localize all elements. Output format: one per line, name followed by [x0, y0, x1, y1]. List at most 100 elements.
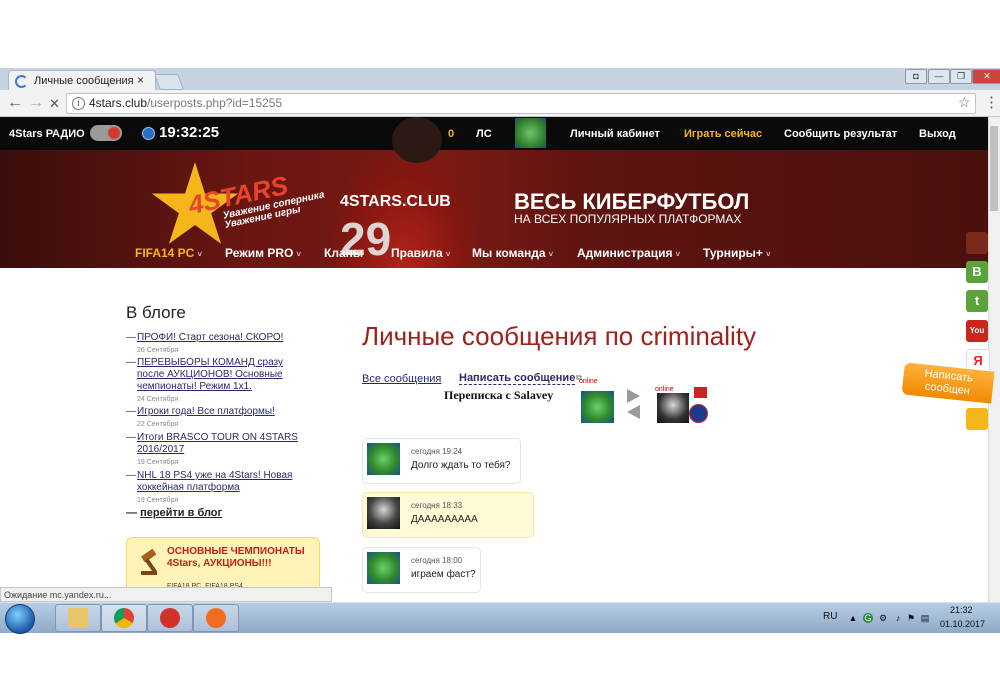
message-time: сегодня 18:33: [411, 501, 463, 510]
tab-close-icon[interactable]: ×: [137, 73, 144, 87]
info-icon[interactable]: i: [72, 97, 85, 110]
nav-label: Режим PRO: [225, 246, 294, 260]
write-message-link[interactable]: Написать сообщение: [459, 372, 576, 385]
promo-title: ОСНОВНЫЕ ЧЕМПИОНАТЫ 4Stars, АУКЦИОНЫ!!!: [167, 546, 305, 569]
nav-item-rules[interactable]: Правила ˅: [391, 246, 450, 260]
chevron-down-icon: ˅: [765, 250, 771, 259]
coin-count: 0: [448, 128, 455, 140]
message-avatar[interactable]: [367, 443, 400, 475]
my-avatar[interactable]: [581, 391, 614, 423]
message-avatar[interactable]: [367, 497, 400, 529]
arrow-right-icon: [627, 389, 640, 403]
nav-item-tournaments[interactable]: Турниры+ ˅: [703, 246, 771, 260]
nav-item-fifa14[interactable]: FIFA14 PC ˅: [135, 246, 202, 260]
language-indicator[interactable]: RU: [823, 611, 837, 622]
blog-link[interactable]: Игроки года! Все платформы!: [137, 406, 306, 418]
youtube-icon[interactable]: You: [966, 320, 988, 342]
go-to-blog-link[interactable]: — перейти в блог: [126, 507, 222, 519]
browser-status-bar: Ожидание mc.yandex.ru...: [0, 587, 332, 602]
start-button[interactable]: [5, 604, 35, 634]
tray-time[interactable]: 21:32: [950, 605, 973, 615]
logout-link[interactable]: Выход: [919, 128, 956, 140]
nav-label: Турниры+: [703, 246, 763, 260]
blog-link[interactable]: Итоги BRASCO TOUR ON 4STARS 2016/2017: [137, 432, 306, 456]
page-title: Личные сообщения по criminality: [362, 321, 757, 351]
message-avatar[interactable]: [367, 552, 400, 584]
nav-label: Администрация: [577, 246, 673, 260]
bullet-dash: —: [126, 432, 136, 443]
bullet-dash: —: [126, 357, 136, 368]
play-now-link[interactable]: Играть сейчас: [684, 128, 762, 140]
tray-expand-icon[interactable]: ▲: [848, 613, 858, 623]
cabinet-link[interactable]: Личный кабинет: [570, 128, 660, 140]
chevron-down-icon: ˅: [197, 250, 203, 259]
blog-link[interactable]: ПРОФИ! Старт сезона! СКОРО!: [137, 332, 306, 344]
maximize-button[interactable]: ❐: [950, 69, 972, 84]
clock-icon: [142, 127, 155, 140]
vk-icon[interactable]: B: [966, 261, 988, 283]
taskbar-chrome[interactable]: [101, 604, 147, 632]
message-time: сегодня 19:24: [411, 447, 463, 456]
taskbar-origin[interactable]: [193, 604, 239, 632]
blog-title: В блоге: [126, 303, 186, 322]
network-icon[interactable]: ▤: [920, 613, 930, 623]
back-button[interactable]: ←: [7, 94, 23, 112]
scrollbar-thumb[interactable]: [990, 126, 998, 211]
folder-icon: [68, 608, 88, 628]
nav-item-team[interactable]: Мы команда ˅: [472, 246, 553, 260]
blog-date: 24 Сентября: [137, 396, 179, 403]
online-status: online: [655, 386, 674, 393]
blog-link[interactable]: ПЕРЕВЫБОРЫ КОМАНД сразу после АУКЦИОНОВ!…: [137, 357, 306, 393]
taskbar-fifa[interactable]: [147, 604, 193, 632]
list-item: — Итоги BRASCO TOUR ON 4STARS 2016/2017 …: [126, 432, 306, 469]
forward-button[interactable]: →: [28, 94, 44, 112]
window-close-button[interactable]: ✕: [972, 69, 1000, 84]
gavel-icon: [139, 548, 165, 576]
url-path: /userposts.php?id=15255: [147, 96, 283, 110]
blog-date: 19 Сентября: [137, 497, 179, 504]
tab-title: Личные сообщения по: [34, 75, 134, 87]
private-messages-link[interactable]: ЛС: [476, 128, 492, 140]
security-icon[interactable]: G: [863, 613, 873, 623]
url-text: 4stars.club/userposts.php?id=15255: [89, 96, 282, 110]
message-item: сегодня 18:00 играем фаст?: [362, 547, 481, 593]
origin-icon: [206, 608, 226, 628]
hat-icon[interactable]: [966, 232, 988, 254]
radio-toggle-icon[interactable]: [90, 125, 122, 141]
radio-label[interactable]: 4Stars РАДИО: [9, 128, 85, 140]
bullet-dash: —: [126, 406, 136, 417]
list-item: — NHL 18 PS4 уже на 4Stars! Новая хоккей…: [126, 470, 306, 507]
user-avatar[interactable]: [515, 118, 546, 148]
arrow-left-icon: [627, 405, 640, 419]
message-time: сегодня 18:00: [411, 556, 463, 565]
nav-item-administration[interactable]: Администрация ˅: [577, 246, 680, 260]
loading-spinner-icon: [15, 75, 28, 88]
club-badge-icon: [689, 404, 708, 423]
chevron-down-icon: ˅: [548, 250, 554, 259]
tray-date[interactable]: 01.10.2017: [940, 619, 985, 629]
blog-date: 26 Сентября: [137, 347, 179, 354]
clock-time: 19:32:25: [159, 124, 220, 141]
address-bar[interactable]: i 4stars.club/userposts.php?id=15255 ☆: [66, 93, 976, 114]
blog-link[interactable]: NHL 18 PS4 уже на 4Stars! Новая хоккейна…: [137, 470, 306, 494]
twitter-icon[interactable]: t: [966, 290, 988, 312]
stop-button[interactable]: ✕: [49, 96, 60, 112]
banner-subheadline: НА ВСЕХ ПОПУЛЯРНЫХ ПЛАТФОРМАХ: [514, 212, 742, 226]
flag-icon[interactable]: ⚑: [906, 613, 916, 623]
volume-icon[interactable]: ♪: [893, 613, 903, 623]
browser-tab[interactable]: Личные сообщения по ×: [8, 70, 156, 91]
nav-item-clans[interactable]: Кланы: [324, 246, 363, 260]
profile-button[interactable]: ◘: [905, 69, 927, 84]
chevron-down-icon: ˅: [445, 250, 451, 259]
browser-toolbar: ← → ✕ i 4stars.club/userposts.php?id=152…: [0, 90, 1000, 117]
nav-item-pro-mode[interactable]: Режим PRO ˅: [225, 246, 301, 260]
settings-icon[interactable]: ⚙: [878, 613, 888, 623]
all-messages-link[interactable]: Все сообщения: [362, 373, 441, 385]
taskbar-explorer[interactable]: [55, 604, 101, 632]
report-result-link[interactable]: Сообщить результат: [784, 128, 897, 140]
partner-avatar[interactable]: [657, 393, 689, 423]
bookmark-star-icon[interactable]: ☆: [958, 94, 971, 111]
browser-menu-icon[interactable]: ⋮: [984, 93, 999, 111]
minimize-button[interactable]: —: [928, 69, 950, 84]
star-icon[interactable]: [966, 408, 988, 430]
